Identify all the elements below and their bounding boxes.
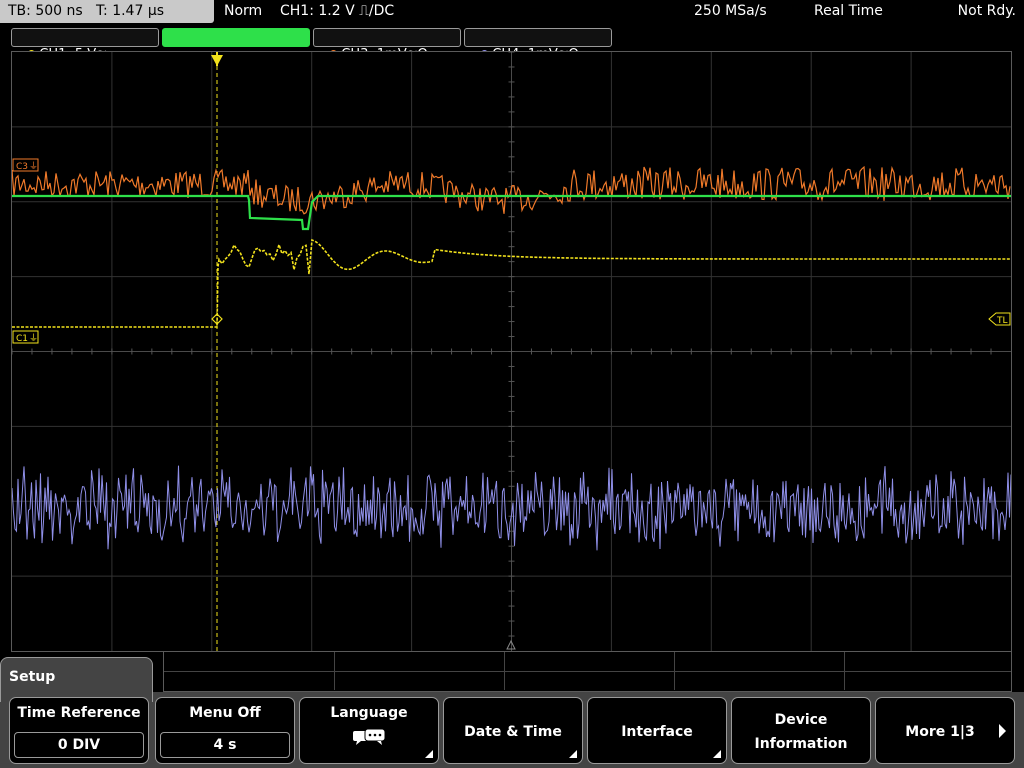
- next-page-arrow-icon: [999, 724, 1006, 738]
- ground-icon: ⏚: [29, 161, 38, 172]
- trigger-level-label: TL: [996, 316, 1008, 326]
- submenu-corner-icon: [425, 750, 433, 758]
- c3-offset-marker[interactable]: C3 ⏚: [12, 158, 39, 172]
- channel-tab-ch2[interactable]: CH2: 20 mV≅Ω: [162, 28, 310, 62]
- language-button[interactable]: Language: [299, 697, 439, 764]
- trigger-state: Not Rdy.: [957, 3, 1016, 19]
- menu-off-label: Menu Off: [189, 705, 261, 721]
- channel-tab-ch4[interactable]: CH4: 1mV≅Ω: [464, 28, 612, 62]
- timebase-readout[interactable]: TB: 500 ns T: 1.47 µs: [0, 0, 214, 23]
- trigger-level-marker[interactable]: TL: [988, 312, 1011, 326]
- trigger-info[interactable]: CH1: 1.2 V ⎍/DC: [280, 0, 394, 23]
- interface-button[interactable]: Interface: [587, 697, 727, 764]
- time-reference-value: 0 DIV: [14, 732, 144, 758]
- acquisition-mode: Real Time: [814, 3, 883, 19]
- waveform-canvas: C3 ⏚ C1 ⏚ TL: [12, 52, 1011, 651]
- menu-title-tab: Setup: [0, 657, 153, 702]
- time-reference-label: Time Reference: [17, 705, 141, 721]
- ground-icon: ⏚: [29, 333, 38, 344]
- c1-marker-label: C1: [16, 334, 28, 344]
- more-button[interactable]: More 1|3: [875, 697, 1015, 764]
- c1-offset-marker[interactable]: C1 ⏚: [12, 330, 39, 344]
- submenu-corner-icon: [713, 750, 721, 758]
- date-time-button[interactable]: Date & Time: [443, 697, 583, 764]
- device-information-button[interactable]: Device Information: [731, 697, 871, 764]
- secondary-display-strip: [163, 652, 1012, 692]
- c3-marker-label: C3: [16, 162, 28, 172]
- waveform-display[interactable]: C3 ⏚ C1 ⏚ TL: [11, 51, 1012, 652]
- channel-tab-ch3[interactable]: CH3: 1mV≅Ω: [313, 28, 461, 62]
- sample-rate: 250 MSa/s: [694, 3, 767, 19]
- graticule: [12, 52, 1011, 651]
- menu-off-value: 4 s: [160, 732, 290, 758]
- interface-label: Interface: [621, 724, 693, 740]
- speech-bubbles-icon: [353, 728, 386, 745]
- status-bar: TB: 500 ns T: 1.47 µs Norm CH1: 1.2 V ⎍/…: [0, 0, 1024, 25]
- date-time-label: Date & Time: [464, 724, 562, 740]
- submenu-corner-icon: [569, 750, 577, 758]
- channel-tab-ch1[interactable]: CH1: 5 V≅: [11, 28, 159, 62]
- trigger-mode[interactable]: Norm: [224, 0, 262, 23]
- language-label: Language: [330, 705, 408, 721]
- menu-off-button[interactable]: Menu Off 4 s: [155, 697, 295, 764]
- menu-title: Setup: [9, 669, 56, 685]
- device-information-label: Device Information: [754, 712, 848, 752]
- more-label: More 1|3: [905, 724, 975, 740]
- time-reference-button[interactable]: Time Reference 0 DIV: [9, 697, 149, 764]
